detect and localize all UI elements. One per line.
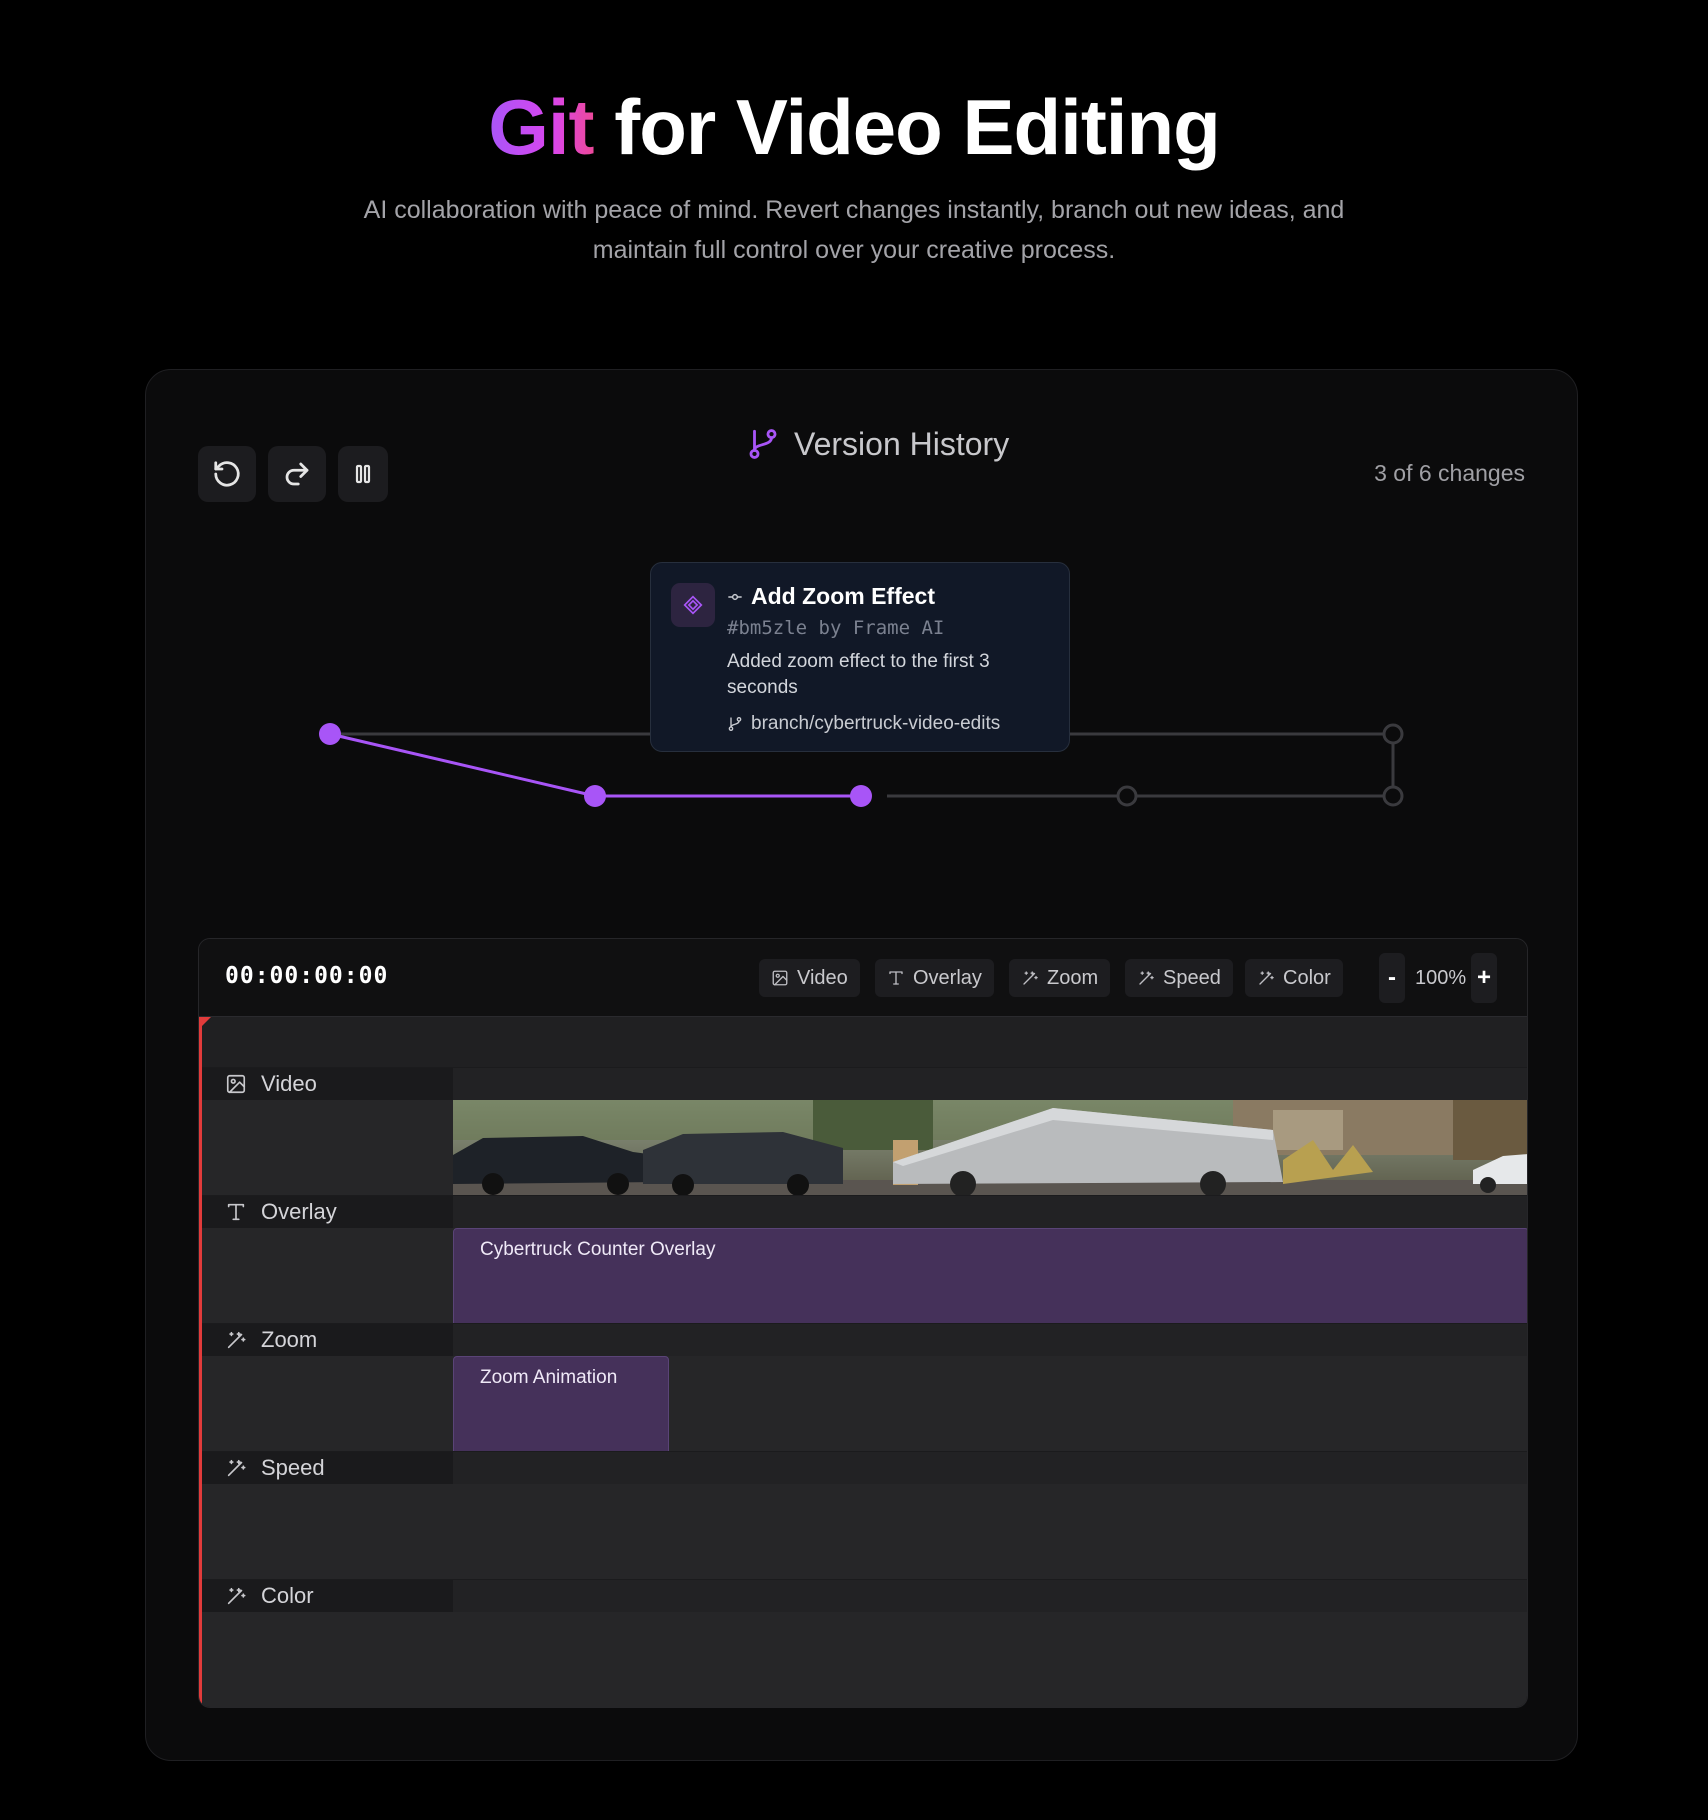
title-highlight: Git <box>488 83 594 171</box>
editor-toolbar: 00:00:00:00 Video Overlay Zoom Speed Col… <box>199 939 1527 1017</box>
title-rest: for Video Editing <box>593 83 1221 171</box>
commit-avatar <box>671 583 715 627</box>
time-ruler[interactable] <box>199 1017 1527 1067</box>
image-icon <box>772 970 788 986</box>
commit-title-row: Add Zoom Effect <box>727 583 935 610</box>
active-branch-line <box>329 732 596 798</box>
magic-wand-icon <box>227 1331 246 1349</box>
track-overlay: Overlay Cybertruck Counter Overlay <box>199 1195 1527 1324</box>
commit-branch-row: branch/cybertruck-video-edits <box>727 713 1000 735</box>
track-video: Video <box>199 1067 1527 1196</box>
clip-label: Cybertruck Counter Overlay <box>480 1239 716 1260</box>
clip-label: Zoom Animation <box>480 1367 618 1388</box>
commit-node-inactive[interactable] <box>1382 723 1404 745</box>
playhead[interactable] <box>199 1017 202 1707</box>
track-speed: Speed <box>199 1451 1527 1579</box>
image-icon <box>226 1074 246 1094</box>
timeline-editor: 00:00:00:00 Video Overlay Zoom Speed Col… <box>198 938 1528 1708</box>
commit-node-active[interactable] <box>850 785 872 807</box>
track-label-overlay: Overlay <box>199 1196 453 1228</box>
track-name: Color <box>261 1583 314 1608</box>
add-overlay-chip[interactable]: Overlay <box>875 959 994 997</box>
magic-wand-icon <box>227 1459 246 1477</box>
video-clip-filmstrip[interactable] <box>453 1100 1527 1196</box>
timecode: 00:00:00:00 <box>225 963 389 989</box>
chip-label: Speed <box>1163 966 1221 989</box>
add-video-chip[interactable]: Video <box>759 959 860 997</box>
video-thumbnail <box>453 1100 1527 1196</box>
commit-title: Add Zoom Effect <box>751 583 935 609</box>
version-history-card: Version History 3 of 6 changes Add Zoom … <box>145 369 1578 1761</box>
page-title: Git for Video Editing <box>0 82 1708 172</box>
chip-label: Zoom <box>1047 966 1099 989</box>
commit-node-active[interactable] <box>319 723 341 745</box>
track-label-zoom: Zoom <box>199 1324 453 1356</box>
zoom-level: 100% <box>1415 967 1467 989</box>
add-color-chip[interactable]: Color <box>1245 959 1343 997</box>
text-icon <box>889 971 903 985</box>
magic-wand-icon <box>1139 971 1154 985</box>
track-lane-header <box>453 1324 1527 1356</box>
zoom-clip[interactable]: Zoom Animation <box>453 1356 669 1452</box>
commit-node-inactive[interactable] <box>1382 785 1404 807</box>
playhead-handle[interactable] <box>199 1017 211 1029</box>
chip-label: Color <box>1283 966 1331 989</box>
commit-tooltip: Add Zoom Effect #bm5zle by Frame AI Adde… <box>650 562 1070 752</box>
add-speed-chip[interactable]: Speed <box>1125 959 1233 997</box>
track-label-color: Color <box>199 1580 453 1612</box>
overlay-clip[interactable]: Cybertruck Counter Overlay <box>453 1228 1527 1324</box>
chip-label: Video <box>797 966 848 989</box>
git-commit-icon <box>728 593 742 600</box>
track-lane-header <box>453 1068 1527 1100</box>
track-name: Video <box>261 1071 317 1096</box>
commit-node-active[interactable] <box>584 785 606 807</box>
text-icon <box>227 1203 245 1221</box>
commit-node-inactive[interactable] <box>1116 785 1138 807</box>
page-subtitle: AI collaboration with peace of mind. Rev… <box>363 196 1345 264</box>
commit-branch: branch/cybertruck-video-edits <box>751 713 1001 734</box>
track-zoom: Zoom Zoom Animation <box>199 1323 1527 1452</box>
track-name: Zoom <box>261 1327 318 1352</box>
git-branch-small-icon <box>728 717 742 731</box>
track-lane-header <box>453 1580 1527 1612</box>
zoom-out-button[interactable]: - <box>1379 953 1405 1003</box>
magic-wand-icon <box>1259 971 1274 985</box>
track-name: Speed <box>261 1455 325 1480</box>
magic-wand-icon <box>227 1587 246 1605</box>
commit-hash: #bm5zle by Frame AI <box>727 617 945 639</box>
magic-wand-icon <box>1023 971 1038 985</box>
track-label-video: Video <box>199 1068 453 1100</box>
zoom-in-button[interactable]: + <box>1471 953 1497 1003</box>
track-lane-header <box>453 1452 1527 1484</box>
track-lane-header <box>453 1196 1527 1228</box>
track-name: Overlay <box>261 1199 337 1224</box>
track-color: Color <box>199 1579 1527 1707</box>
commit-description: Added zoom effect to the first 3 seconds <box>727 651 990 698</box>
add-zoom-chip[interactable]: Zoom <box>1009 959 1111 997</box>
chip-label: Overlay <box>913 966 982 989</box>
track-label-speed: Speed <box>199 1452 453 1484</box>
diamond-icon <box>683 595 703 615</box>
